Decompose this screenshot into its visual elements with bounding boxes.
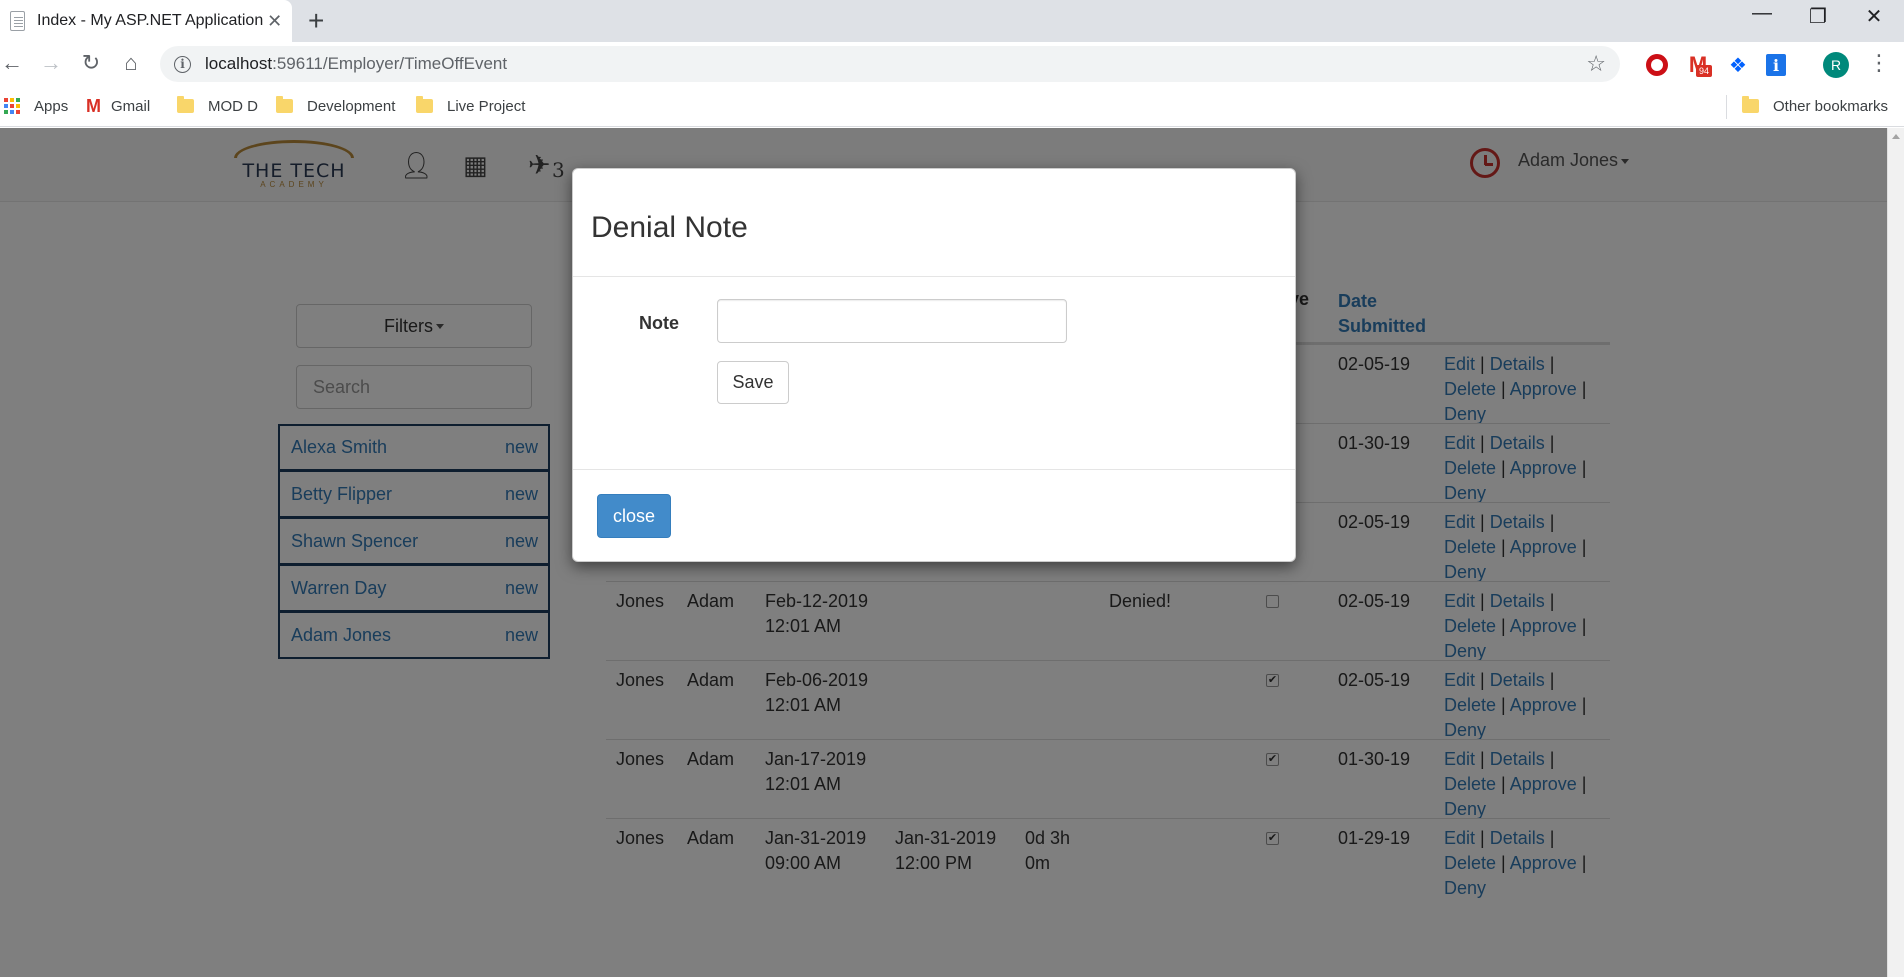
modal-body: Note Save [573, 277, 1295, 469]
bookmark-label: Other bookmarks [1773, 97, 1889, 115]
bookmark-label: Apps [34, 97, 69, 115]
tab-strip: Index - My ASP.NET Application ✕ + — ❐ ✕ [0, 0, 1904, 42]
gmail-icon: M [86, 95, 101, 116]
modal-title: Denial Note [591, 211, 748, 244]
denial-note-modal: Denial Note Note Save close [572, 168, 1296, 562]
note-label: Note [639, 313, 679, 333]
bookmark-development[interactable]: Development [276, 87, 395, 125]
bookmark-gmail[interactable]: M Gmail [86, 87, 150, 125]
address-bar[interactable]: i localhost:59611/Employer/TimeOffEvent … [160, 46, 1620, 82]
save-button[interactable]: Save [717, 361, 789, 404]
modal-header: Denial Note [573, 169, 1295, 277]
bookmark-label: Gmail [111, 97, 151, 115]
info-extension-icon[interactable]: i [1766, 54, 1786, 76]
gmail-extension-icon[interactable]: M94 [1686, 52, 1713, 77]
tab-title: Index - My ASP.NET Application [37, 12, 264, 29]
minimize-icon[interactable]: — [1742, 2, 1782, 25]
gmail-unread-badge: 94 [1696, 65, 1713, 77]
bookmark-label: MOD D [208, 97, 258, 115]
apps-grid-icon [4, 98, 20, 114]
folder-icon [416, 96, 433, 113]
bookmark-apps[interactable]: Apps [4, 87, 68, 125]
close-button[interactable]: close [597, 494, 671, 538]
url-host: localhost [205, 54, 273, 73]
bookmark-star-icon[interactable]: ☆ [1586, 51, 1606, 77]
home-icon[interactable]: ⌂ [116, 49, 146, 77]
back-arrow-icon[interactable]: ← [0, 49, 27, 77]
modal-footer: close [573, 469, 1295, 561]
profile-avatar[interactable]: R [1823, 52, 1849, 78]
opera-extension-icon[interactable] [1645, 53, 1669, 77]
bookmark-mod-d[interactable]: MOD D [177, 87, 258, 125]
dropbox-extension-icon[interactable]: ❖ [1726, 53, 1750, 77]
bookmarks-bar: Apps M Gmail MOD D Development Live Proj… [0, 87, 1904, 127]
browser-menu-icon[interactable]: ⋮ [1868, 50, 1890, 76]
folder-icon [1742, 96, 1759, 113]
bookmark-other[interactable]: Other bookmarks [1742, 87, 1888, 125]
url-path: :59611/Employer/TimeOffEvent [272, 54, 508, 73]
bookmark-label: Live Project [447, 97, 526, 115]
note-input[interactable] [717, 299, 1067, 343]
bookmark-live-project[interactable]: Live Project [416, 87, 525, 125]
folder-icon [177, 96, 194, 113]
page-scrollbar[interactable] [1887, 128, 1904, 977]
site-info-icon[interactable]: i [174, 55, 191, 73]
browser-tab[interactable]: Index - My ASP.NET Application ✕ [0, 0, 292, 42]
folder-icon [276, 96, 293, 113]
forward-arrow-icon[interactable]: → [36, 49, 66, 77]
new-tab-button[interactable]: + [308, 6, 324, 36]
close-window-icon[interactable]: ✕ [1854, 4, 1894, 29]
close-tab-icon[interactable]: ✕ [263, 11, 286, 32]
scroll-up-arrow-icon[interactable] [1892, 134, 1900, 139]
reload-icon[interactable]: ↻ [76, 49, 106, 77]
page-favicon-icon [10, 11, 26, 31]
bookmark-label: Development [307, 97, 396, 115]
bookmark-separator [1726, 95, 1727, 119]
restore-window-icon[interactable]: ❐ [1798, 4, 1838, 29]
browser-toolbar: ← → ↻ ⌂ i localhost:59611/Employer/TimeO… [0, 42, 1904, 87]
